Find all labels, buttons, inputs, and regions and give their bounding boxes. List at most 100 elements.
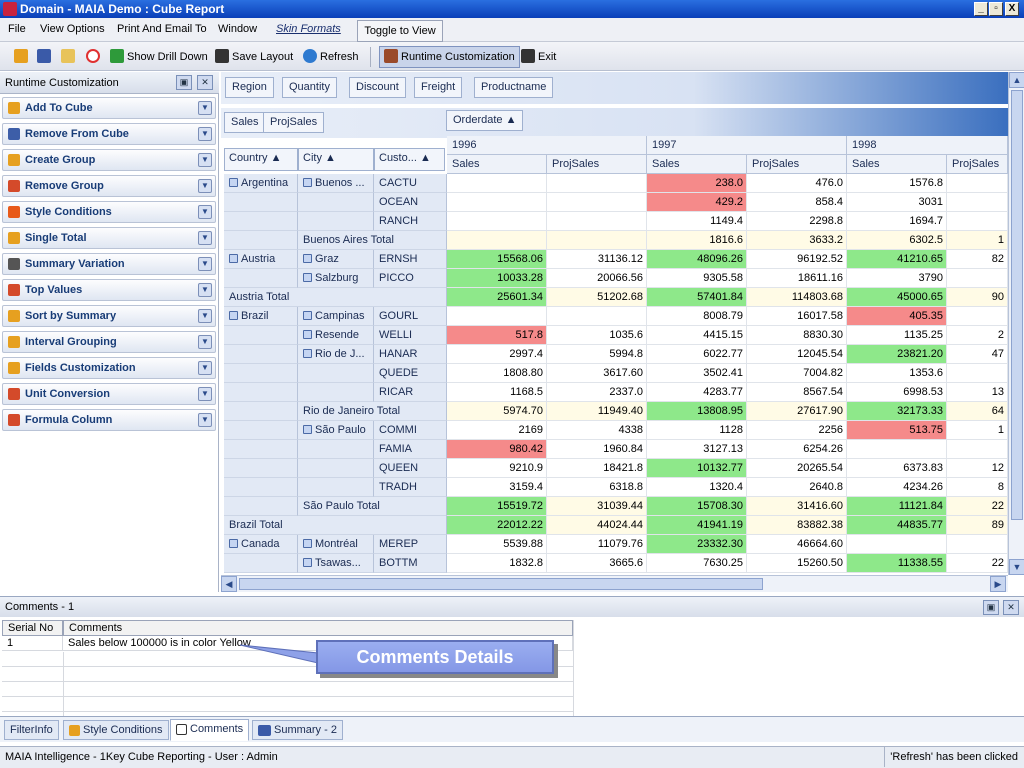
chevron-down-icon[interactable]: ▼ bbox=[198, 179, 212, 193]
value-cell[interactable]: 25601.34 bbox=[447, 288, 547, 307]
value-cell[interactable]: 5539.88 bbox=[447, 535, 547, 554]
value-cell[interactable] bbox=[947, 307, 1008, 326]
collapse-icon[interactable] bbox=[303, 349, 312, 358]
value-cell[interactable]: 12045.54 bbox=[747, 345, 847, 364]
value-cell[interactable]: 23332.30 bbox=[647, 535, 747, 554]
country-label[interactable]: Canada bbox=[224, 535, 298, 554]
city-total-label[interactable]: São Paulo Total bbox=[298, 497, 447, 516]
value-cell[interactable]: 6998.53 bbox=[847, 383, 947, 402]
year-header-1996[interactable]: 1996 bbox=[447, 136, 647, 155]
value-cell[interactable]: 22 bbox=[947, 497, 1008, 516]
menu-file[interactable]: File bbox=[8, 23, 26, 35]
value-cell[interactable]: 1808.80 bbox=[447, 364, 547, 383]
value-cell[interactable]: 5994.8 bbox=[547, 345, 647, 364]
value-cell[interactable]: 1576.8 bbox=[847, 174, 947, 193]
customer-label[interactable]: FAMIA bbox=[374, 440, 447, 459]
value-cell[interactable] bbox=[447, 231, 547, 250]
collapse-icon[interactable] bbox=[303, 330, 312, 339]
value-cell[interactable] bbox=[447, 193, 547, 212]
value-cell[interactable]: 11338.55 bbox=[847, 554, 947, 573]
customer-label[interactable]: ERNSH bbox=[374, 250, 447, 269]
chevron-down-icon[interactable]: ▼ bbox=[198, 153, 212, 167]
value-cell[interactable]: 9305.58 bbox=[647, 269, 747, 288]
vertical-scrollbar[interactable]: ▲ ▼ bbox=[1008, 72, 1024, 575]
city-label[interactable]: Tsawas... bbox=[298, 554, 374, 573]
city-label[interactable]: Rio de J... bbox=[298, 345, 374, 364]
value-cell[interactable]: 114803.68 bbox=[747, 288, 847, 307]
city-total-label[interactable]: Rio de Janeiro Total bbox=[298, 402, 447, 421]
chevron-down-icon[interactable]: ▼ bbox=[198, 361, 212, 375]
value-cell[interactable]: 1694.7 bbox=[847, 212, 947, 231]
value-cell[interactable]: 46664.60 bbox=[747, 535, 847, 554]
panel-item-top-values[interactable]: Top Values ▼ bbox=[2, 279, 216, 301]
value-cell[interactable]: 15519.72 bbox=[447, 497, 547, 516]
value-cell[interactable]: 32173.33 bbox=[847, 402, 947, 421]
value-cell[interactable] bbox=[947, 440, 1008, 459]
value-cell[interactable]: 22012.22 bbox=[447, 516, 547, 535]
chevron-down-icon[interactable]: ▼ bbox=[198, 205, 212, 219]
value-cell[interactable]: 2997.4 bbox=[447, 345, 547, 364]
panel-item-sort-by-summary[interactable]: Sort by Summary ▼ bbox=[2, 305, 216, 327]
value-cell[interactable]: 6318.8 bbox=[547, 478, 647, 497]
chevron-down-icon[interactable]: ▼ bbox=[198, 413, 212, 427]
collapse-icon[interactable] bbox=[303, 273, 312, 282]
country-label[interactable]: Austria bbox=[224, 250, 298, 269]
menu-print-email[interactable]: Print And Email To bbox=[117, 23, 207, 35]
city-total-label[interactable]: Buenos Aires Total bbox=[298, 231, 447, 250]
value-cell[interactable] bbox=[547, 307, 647, 326]
value-cell[interactable]: 2298.8 bbox=[747, 212, 847, 231]
value-cell[interactable]: 1 bbox=[947, 231, 1008, 250]
customer-label[interactable]: BOTTM bbox=[374, 554, 447, 573]
panel-item-single-total[interactable]: Single Total ▼ bbox=[2, 227, 216, 249]
value-cell[interactable]: 517.8 bbox=[447, 326, 547, 345]
row-field-header[interactable]: Country ▲ bbox=[224, 148, 298, 171]
value-cell[interactable]: 5974.70 bbox=[447, 402, 547, 421]
country-total-label[interactable]: Austria Total bbox=[224, 288, 447, 307]
value-cell[interactable]: 513.75 bbox=[847, 421, 947, 440]
chevron-down-icon[interactable]: ▼ bbox=[198, 309, 212, 323]
chevron-down-icon[interactable]: ▼ bbox=[198, 127, 212, 141]
value-cell[interactable]: 2256 bbox=[747, 421, 847, 440]
collapse-icon[interactable] bbox=[229, 178, 238, 187]
runtime-customization-button[interactable]: Runtime Customization bbox=[379, 46, 520, 68]
chevron-down-icon[interactable]: ▼ bbox=[198, 101, 212, 115]
value-cell[interactable]: 57401.84 bbox=[647, 288, 747, 307]
value-cell[interactable]: 20066.56 bbox=[547, 269, 647, 288]
value-cell[interactable]: 22 bbox=[947, 554, 1008, 573]
value-cell[interactable]: 476.0 bbox=[747, 174, 847, 193]
close-button[interactable]: X bbox=[1005, 2, 1019, 16]
value-cell[interactable]: 4283.77 bbox=[647, 383, 747, 402]
country-label[interactable]: Brazil bbox=[224, 307, 298, 326]
city-label[interactable]: Buenos ... bbox=[298, 174, 374, 193]
value-cell[interactable]: 3159.4 bbox=[447, 478, 547, 497]
grid-icon[interactable] bbox=[61, 48, 78, 66]
value-cell[interactable]: 41210.65 bbox=[847, 250, 947, 269]
value-cell[interactable]: 3665.6 bbox=[547, 554, 647, 573]
measure-header[interactable]: Sales bbox=[647, 155, 747, 174]
value-cell[interactable] bbox=[947, 269, 1008, 288]
panel-item-remove-group[interactable]: Remove Group ▼ bbox=[2, 175, 216, 197]
collapse-icon[interactable] bbox=[303, 425, 312, 434]
horizontal-scrollbar[interactable]: ◀ ▶ bbox=[221, 575, 1008, 592]
value-cell[interactable]: 1960.84 bbox=[547, 440, 647, 459]
value-cell[interactable]: 429.2 bbox=[647, 193, 747, 212]
value-cell[interactable]: 2337.0 bbox=[547, 383, 647, 402]
data-field-sales[interactable]: Sales bbox=[224, 112, 266, 133]
panel-item-fields-customization[interactable]: Fields Customization ▼ bbox=[2, 357, 216, 379]
value-cell[interactable]: 31136.12 bbox=[547, 250, 647, 269]
value-cell[interactable]: 3031 bbox=[847, 193, 947, 212]
value-cell[interactable]: 15260.50 bbox=[747, 554, 847, 573]
value-cell[interactable]: 27617.90 bbox=[747, 402, 847, 421]
customer-label[interactable]: RICAR bbox=[374, 383, 447, 402]
country-label[interactable]: Argentina bbox=[224, 174, 298, 193]
customer-label[interactable]: QUEDE bbox=[374, 364, 447, 383]
value-cell[interactable]: 15708.30 bbox=[647, 497, 747, 516]
tab-style-conditions[interactable]: Style Conditions bbox=[63, 720, 169, 740]
customer-label[interactable]: RANCH bbox=[374, 212, 447, 231]
value-cell[interactable]: 10033.28 bbox=[447, 269, 547, 288]
value-cell[interactable]: 20265.54 bbox=[747, 459, 847, 478]
value-cell[interactable] bbox=[547, 231, 647, 250]
value-cell[interactable] bbox=[947, 193, 1008, 212]
value-cell[interactable]: 6022.77 bbox=[647, 345, 747, 364]
value-cell[interactable]: 1149.4 bbox=[647, 212, 747, 231]
